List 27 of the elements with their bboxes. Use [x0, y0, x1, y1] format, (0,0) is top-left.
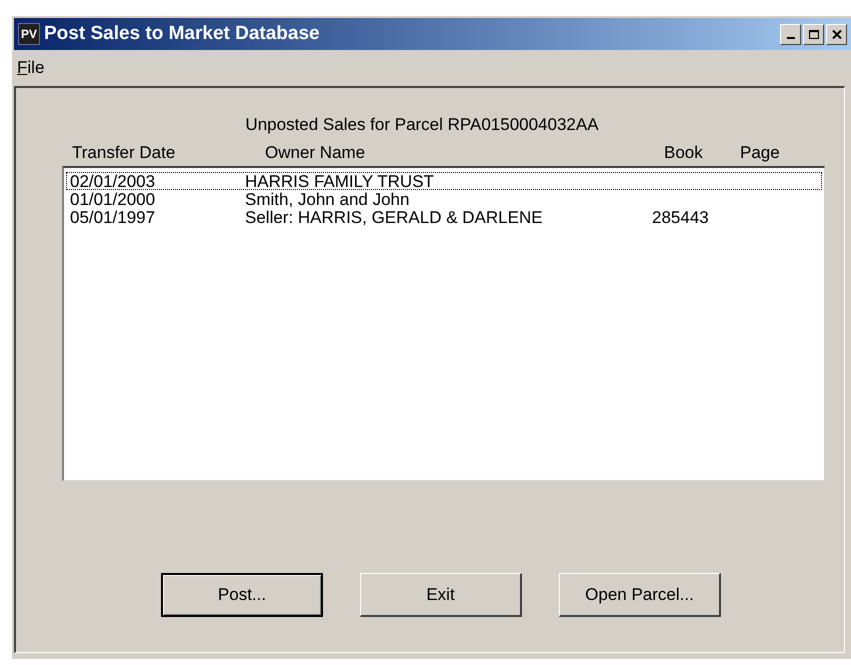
book-number: 285443	[652, 208, 709, 226]
close-button[interactable]	[826, 24, 847, 44]
owner-name: HARRIS FAMILY TRUST	[245, 172, 435, 190]
minimize-button[interactable]	[780, 24, 801, 44]
column-header: Page	[740, 143, 780, 162]
list-heading: Unposted Sales for Parcel RPA0150004032AA	[244, 114, 600, 134]
minimize-icon	[786, 37, 794, 39]
transfer-date: 02/01/2003	[69, 172, 156, 190]
column-header: Book	[664, 143, 703, 162]
dialog-button[interactable]: Post...	[161, 573, 323, 617]
maximize-icon	[808, 30, 818, 38]
list-row[interactable]: 05/01/1997 Seller: HARRIS, GERALD & DARLENE 285443	[66, 208, 822, 226]
owner-name: Smith, John and John	[245, 190, 410, 208]
column-header: Transfer Date	[72, 143, 176, 162]
dialog-button[interactable]: Open Parcel...	[559, 573, 721, 617]
transfer-date: 05/01/1997	[69, 208, 156, 226]
menu-item[interactable]: File	[16, 55, 46, 81]
dialog-button[interactable]: Exit	[360, 573, 522, 617]
column-header: Owner Name	[265, 143, 366, 162]
owner-name: Seller: HARRIS, GERALD & DARLENE	[245, 208, 544, 226]
close-icon	[832, 30, 842, 38]
transfer-date: 01/01/2000	[69, 190, 156, 208]
maximize-button[interactable]	[803, 24, 824, 44]
list-row[interactable]: 02/01/2003 HARRIS FAMILY TRUST	[66, 172, 822, 190]
list-row[interactable]: 01/01/2000 Smith, John and John	[66, 190, 822, 208]
app-icon: PV	[18, 23, 40, 45]
window-title: Post Sales to Market Database	[44, 22, 321, 46]
